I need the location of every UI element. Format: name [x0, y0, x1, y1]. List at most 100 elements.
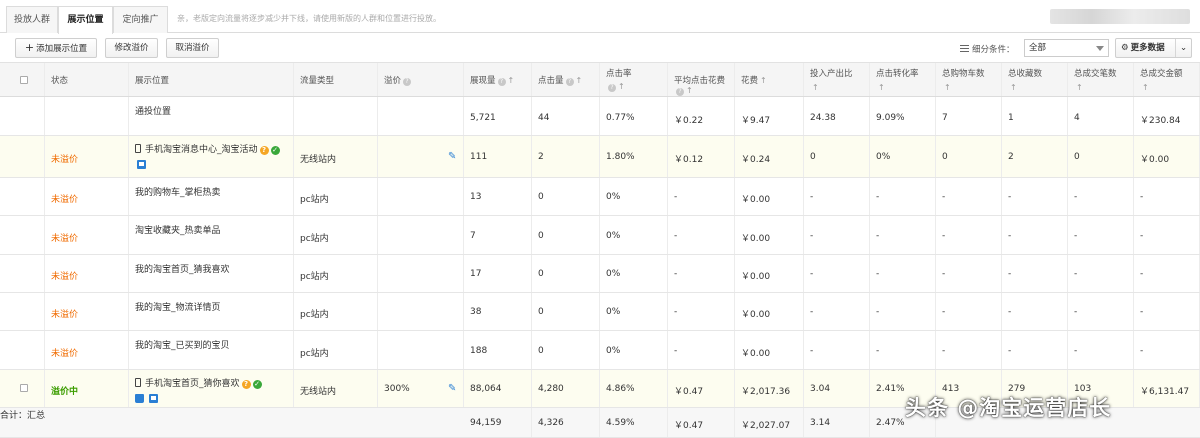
- table-cell: 188: [464, 331, 532, 369]
- sort-icon[interactable]: ↑: [686, 86, 693, 95]
- cell-position: 我的淘宝_物流详情页: [135, 300, 221, 313]
- table-cell: -: [804, 255, 870, 292]
- roi-value: -: [810, 269, 814, 279]
- roi-value: -: [810, 192, 814, 202]
- cell-cpc: ￥0.22: [674, 113, 703, 126]
- tab-targeting[interactable]: 定向推广: [113, 6, 168, 33]
- sort-icon[interactable]: ↑: [618, 82, 625, 91]
- impressions-value: 7: [470, 231, 476, 241]
- column-header-position[interactable]: 展示位置: [135, 74, 169, 86]
- column-header-gmv[interactable]: 总成交金额: [1140, 67, 1183, 79]
- question-icon[interactable]: ?: [241, 380, 251, 389]
- column-header-premium[interactable]: 溢价?: [384, 74, 412, 86]
- pc-icon[interactable]: [137, 160, 146, 169]
- column-header-favs[interactable]: 总收藏数: [1008, 67, 1042, 79]
- table-cell: 4,280: [532, 370, 600, 407]
- help-icon[interactable]: ?: [497, 78, 506, 86]
- help-icon[interactable]: ?: [565, 78, 574, 86]
- trash-icon[interactable]: [135, 394, 144, 403]
- add-placement-button[interactable]: + 添加展示位置: [15, 38, 97, 58]
- column-header-traffic[interactable]: 流量类型: [300, 74, 334, 86]
- help-icon[interactable]: ?: [676, 88, 684, 96]
- pencil-icon[interactable]: ✎: [448, 383, 456, 394]
- cancel-premium-button[interactable]: 取消溢价: [166, 38, 219, 58]
- cell-cost: ￥0.00: [741, 307, 770, 320]
- sort-icon[interactable]: ↑: [1076, 83, 1083, 92]
- traffic-value: pc站内: [300, 195, 329, 205]
- table-cell: 44: [532, 97, 600, 135]
- gmv-value: -: [1140, 231, 1144, 241]
- column-header-cost[interactable]: 花费 ↑: [741, 74, 767, 86]
- tab-audience[interactable]: 投放人群: [6, 6, 58, 33]
- table-cell: 未溢价: [45, 136, 129, 177]
- more-data-button[interactable]: ⚙ 更多数据 ⌄: [1115, 38, 1192, 58]
- cpc-value: -: [674, 346, 678, 356]
- cell-cost: ￥0.00: [741, 192, 770, 205]
- table-cell: ￥0.00: [735, 331, 804, 369]
- help-icon[interactable]: ?: [403, 78, 412, 86]
- question-icon[interactable]: ?: [259, 146, 269, 155]
- modify-premium-button[interactable]: 修改溢价: [105, 38, 158, 58]
- help-icon[interactable]: ?: [608, 84, 616, 92]
- cell-cost: ￥0.00: [741, 231, 770, 244]
- table-cell: 0%: [600, 178, 668, 215]
- table-cell: ￥230.84: [1134, 97, 1200, 135]
- column-header-clicks[interactable]: 点击量? ↑: [538, 74, 582, 86]
- tab-placement[interactable]: 展示位置: [58, 6, 113, 34]
- impressions-value: 5,721: [470, 113, 496, 123]
- table-cell: 淘宝收藏夹_热卖单品: [129, 216, 294, 254]
- table-cell: -: [1068, 331, 1134, 369]
- pencil-icon[interactable]: ✎: [448, 151, 456, 162]
- table-cell: 0: [1068, 136, 1134, 177]
- cell-orders: 4: [1074, 113, 1080, 123]
- cell-orders: -: [1074, 346, 1077, 356]
- cell-cvr: 9.09%: [876, 113, 905, 123]
- sort-icon[interactable]: ↑: [508, 76, 515, 85]
- table-cell: -: [668, 331, 735, 369]
- sort-icon[interactable]: ↑: [576, 76, 583, 85]
- total-cell: 94,159: [464, 408, 532, 437]
- filter-select[interactable]: 全部: [1024, 39, 1109, 57]
- cpc-value: -: [674, 192, 678, 202]
- sort-icon[interactable]: ↑: [760, 76, 767, 85]
- cell-cpc: -: [674, 231, 677, 241]
- column-header-roi[interactable]: 投入产出比: [810, 67, 853, 79]
- column-header-cpc[interactable]: 平均点击花费? ↑: [674, 74, 734, 96]
- cell-ctr: 4.86%: [606, 384, 635, 394]
- table-cell: -: [804, 331, 870, 369]
- column-header-impressions[interactable]: 展现量? ↑: [470, 74, 514, 86]
- sort-icon[interactable]: ↑: [944, 83, 951, 92]
- sort-icon[interactable]: ↑: [812, 83, 819, 92]
- column-header-cvr[interactable]: 点击转化率: [876, 67, 919, 79]
- column-header-carts[interactable]: 总购物车数: [942, 67, 985, 79]
- cell-position: 手机淘宝消息中心_淘宝活动? ✓: [135, 142, 280, 155]
- table-cell: 未溢价: [45, 293, 129, 330]
- cost-value: ￥9.47: [741, 116, 771, 126]
- table-cell: [0, 331, 45, 369]
- sort-icon[interactable]: ↑: [1142, 83, 1149, 92]
- orders-value: -: [1074, 192, 1078, 202]
- cvr-value: -: [876, 346, 880, 356]
- table-cell: 0%: [600, 216, 668, 254]
- column-header-ctr[interactable]: 点击率: [606, 67, 632, 79]
- sort-icon[interactable]: ↑: [1010, 83, 1017, 92]
- column-header-status[interactable]: 状态: [51, 74, 68, 86]
- table-cell: [378, 216, 464, 254]
- ctr-value: 4.86%: [606, 384, 635, 394]
- clicks-value: 44: [538, 113, 550, 123]
- table-cell: 0: [804, 136, 870, 177]
- chevron-down-icon[interactable]: ⌄: [1180, 39, 1187, 57]
- header-cell: 投入产出比 ↑: [804, 63, 870, 96]
- sort-icon[interactable]: ↑: [878, 83, 885, 92]
- cpc-value: ￥0.12: [674, 155, 704, 165]
- cell-cvr: 0%: [876, 152, 890, 162]
- clicks-value: 0: [538, 231, 544, 241]
- header-icons: ↑: [1140, 83, 1149, 93]
- pc-icon[interactable]: [149, 394, 158, 403]
- cell-cost: ￥0.00: [741, 269, 770, 282]
- table-cell: 溢价中: [45, 370, 129, 407]
- favs-value: -: [1008, 269, 1012, 279]
- cpc-value: ￥0.22: [674, 116, 704, 126]
- column-header-orders[interactable]: 总成交笔数: [1074, 67, 1117, 79]
- cell-roi: -: [810, 269, 813, 279]
